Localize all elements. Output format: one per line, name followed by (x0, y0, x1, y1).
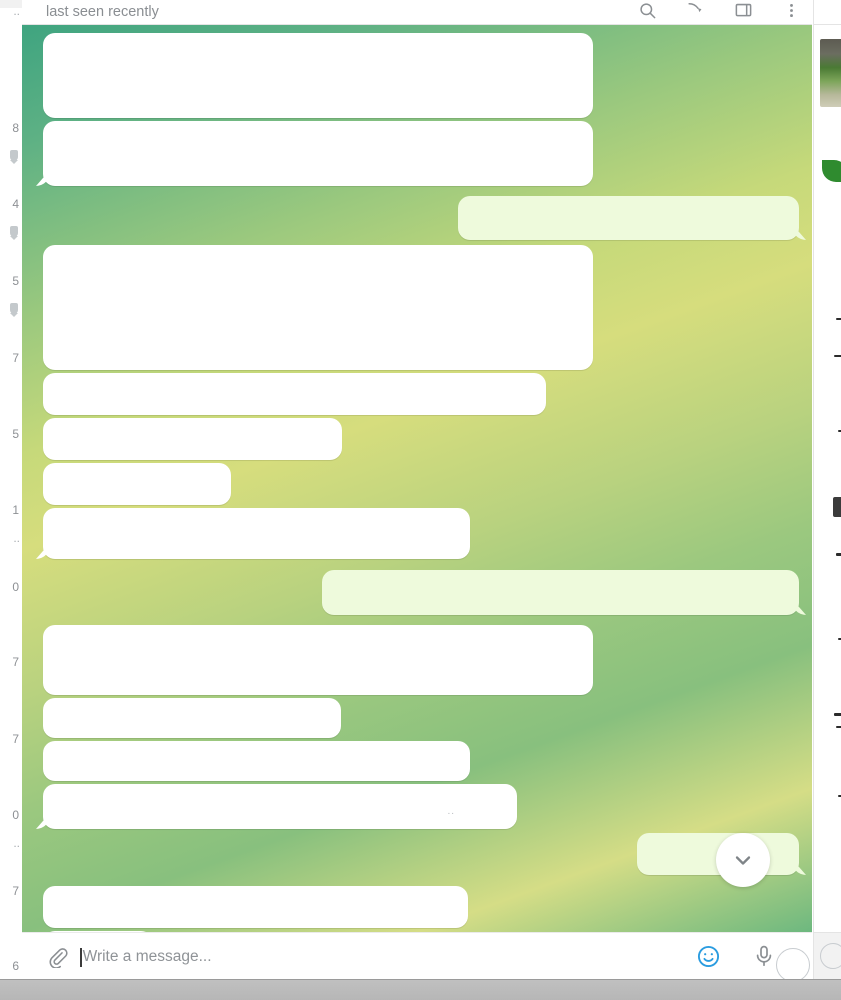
message-bubble-in[interactable] (43, 741, 470, 781)
chat-list-item-time-6: 1 (12, 503, 19, 517)
os-taskbar (0, 979, 841, 1000)
chat-list-item-time-12: 6 (12, 959, 19, 973)
chat-list-item-time-5: 5 (12, 427, 19, 441)
right-panel-header (814, 0, 841, 25)
chat-list-item-time-0: .. (13, 4, 20, 18)
message-list[interactable]: .. (22, 25, 812, 932)
message-bubble-in[interactable] (43, 698, 341, 738)
right-panel-footer (814, 932, 841, 979)
chat-list-item-time-4: 7 (12, 351, 19, 365)
chat-list-item-time-11: 7 (12, 884, 19, 898)
message-redacted-dots: .. (447, 806, 455, 817)
message-bubble-in[interactable] (43, 508, 470, 559)
right-panel-text-fragment-4 (833, 497, 841, 517)
header-actions (636, 0, 802, 25)
composer-actions (694, 942, 810, 982)
message-bubble-out[interactable] (322, 570, 799, 615)
more-menu-icon[interactable] (780, 0, 802, 21)
message-bubble-in[interactable] (43, 886, 468, 928)
telegram-window: .. 8 4 5 7 5 1 .. 0 7 7 0 .. 7 6 last se… (0, 0, 841, 1000)
chat-list-muted-icon-1 (10, 150, 18, 164)
chat-header[interactable]: last seen recently (22, 0, 812, 25)
message-bubble-in[interactable] (43, 245, 593, 370)
media-thumbnail[interactable] (820, 39, 841, 107)
paperclip-icon[interactable] (44, 944, 70, 970)
message-input[interactable]: Write a message... (80, 943, 700, 971)
search-icon[interactable] (636, 0, 658, 21)
message-bubble-in[interactable] (43, 33, 593, 118)
message-bubble-in[interactable] (43, 463, 231, 505)
chat-list-muted-icon-3 (10, 303, 18, 317)
message-bubble-in[interactable] (43, 373, 546, 415)
right-panel-text-fragment-8 (836, 726, 841, 728)
scroll-to-bottom-button[interactable] (716, 833, 770, 887)
leaf-avatar[interactable] (822, 160, 841, 182)
microphone-icon[interactable] (750, 942, 778, 970)
message-bubble-in[interactable] (43, 418, 342, 460)
right-panel-text-fragment-5 (836, 553, 841, 556)
chat-list-item-time-10: 0 (12, 808, 19, 822)
right-panel-text-fragment-2 (834, 355, 841, 357)
right-panel-text-fragment-1 (836, 318, 841, 320)
smiley-icon[interactable] (694, 942, 722, 970)
message-bubble-in[interactable] (43, 625, 593, 695)
chat-list-panel[interactable]: .. 8 4 5 7 5 1 .. 0 7 7 0 .. 7 6 (0, 0, 23, 979)
message-composer[interactable]: Write a message... (22, 932, 812, 982)
chat-list-item-time-7: 0 (12, 580, 19, 594)
chat-list-item-time-1: 8 (12, 121, 19, 135)
right-info-panel[interactable] (813, 0, 841, 979)
message-input-placeholder: Write a message... (82, 948, 212, 965)
message-bubble-in[interactable] (43, 121, 593, 186)
sidebar-toggle-icon[interactable] (732, 0, 754, 21)
chat-list-item-dots-10: .. (13, 836, 20, 850)
chat-list-item-time-2: 4 (12, 197, 19, 211)
chat-list-muted-icon-2 (10, 226, 18, 240)
chat-list-item-time-9: 7 (12, 732, 19, 746)
message-bubble-in[interactable]: .. (43, 784, 517, 829)
right-panel-circle-icon[interactable] (820, 943, 841, 969)
send-circle-icon[interactable] (776, 948, 810, 982)
chat-list-item-time-3: 5 (12, 274, 19, 288)
call-icon[interactable] (684, 0, 706, 21)
right-panel-text-fragment-7 (834, 713, 841, 716)
chat-list-item-dots-6: .. (13, 531, 20, 545)
message-bubble-out[interactable] (458, 196, 799, 240)
chat-list-item-time-8: 7 (12, 655, 19, 669)
text-caret (80, 947, 82, 967)
chat-status-text: last seen recently (46, 4, 159, 20)
